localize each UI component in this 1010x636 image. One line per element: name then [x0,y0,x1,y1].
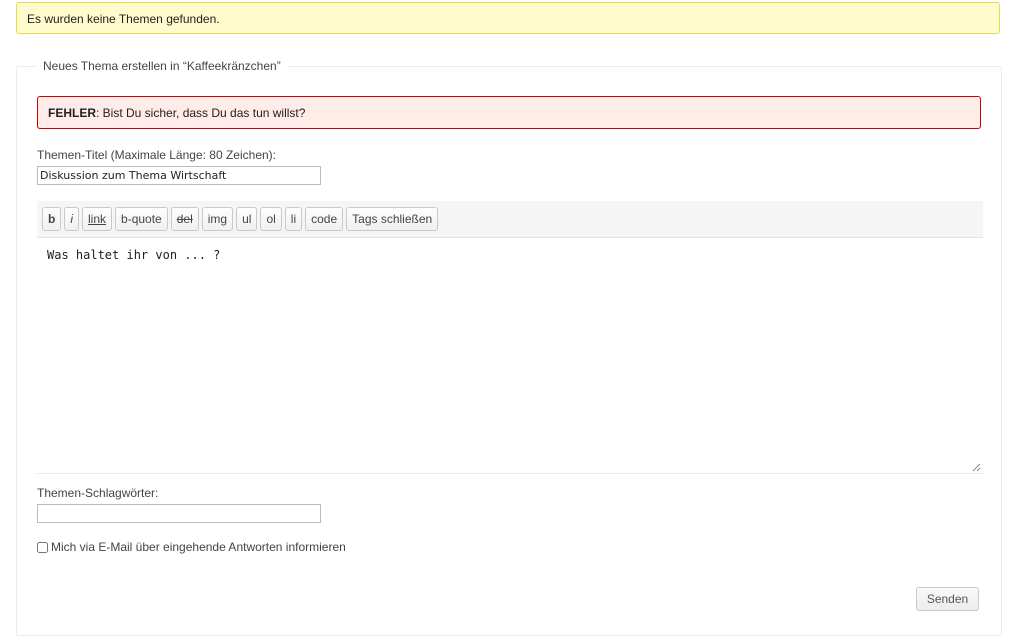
subscribe-label: Mich via E-Mail über eingehende Antworte… [51,540,346,554]
notice-message: Es wurden keine Themen gefunden. [16,2,1000,34]
ul-button[interactable]: ul [236,207,258,231]
del-button[interactable]: del [170,207,199,231]
topic-content-textarea[interactable] [37,238,983,474]
error-message: FEHLER: Bist Du sicher, dass Du das tun … [37,96,981,129]
new-topic-form: Neues Thema erstellen in “Kaffeekränzche… [16,59,1002,636]
topic-tags-input[interactable] [37,504,321,523]
ol-button[interactable]: ol [260,207,282,231]
notice-text: Es wurden keine Themen gefunden. [27,12,220,26]
topic-title-input[interactable] [37,166,321,185]
code-button[interactable]: code [305,207,344,231]
subscribe-checkbox[interactable] [37,541,48,553]
link-button[interactable]: link [82,207,113,231]
editor-toolbar: b i link b-quote del img ul ol li code Tags schlie… [37,201,983,238]
bold-button[interactable]: b [42,207,62,231]
error-label: FEHLER [48,106,96,120]
img-button[interactable]: img [201,207,234,231]
blockquote-button[interactable]: b-quote [115,207,168,231]
topic-title-label: Themen-Titel (Maximale Länge: 80 Zeichen… [37,148,276,162]
subscribe-option[interactable]: Mich via E-Mail über eingehende Antworte… [37,540,346,554]
resize-handle-icon[interactable] [972,463,981,472]
error-text: : Bist Du sicher, dass Du das tun willst… [96,106,306,120]
close-tags-button[interactable]: Tags schließen [346,207,439,231]
topic-tags-label: Themen-Schlagwörter: [37,486,159,500]
form-legend: Neues Thema erstellen in “Kaffeekränzche… [37,59,287,73]
li-button[interactable]: li [284,207,303,231]
send-button[interactable]: Senden [916,587,979,611]
italic-button[interactable]: i [64,207,80,231]
